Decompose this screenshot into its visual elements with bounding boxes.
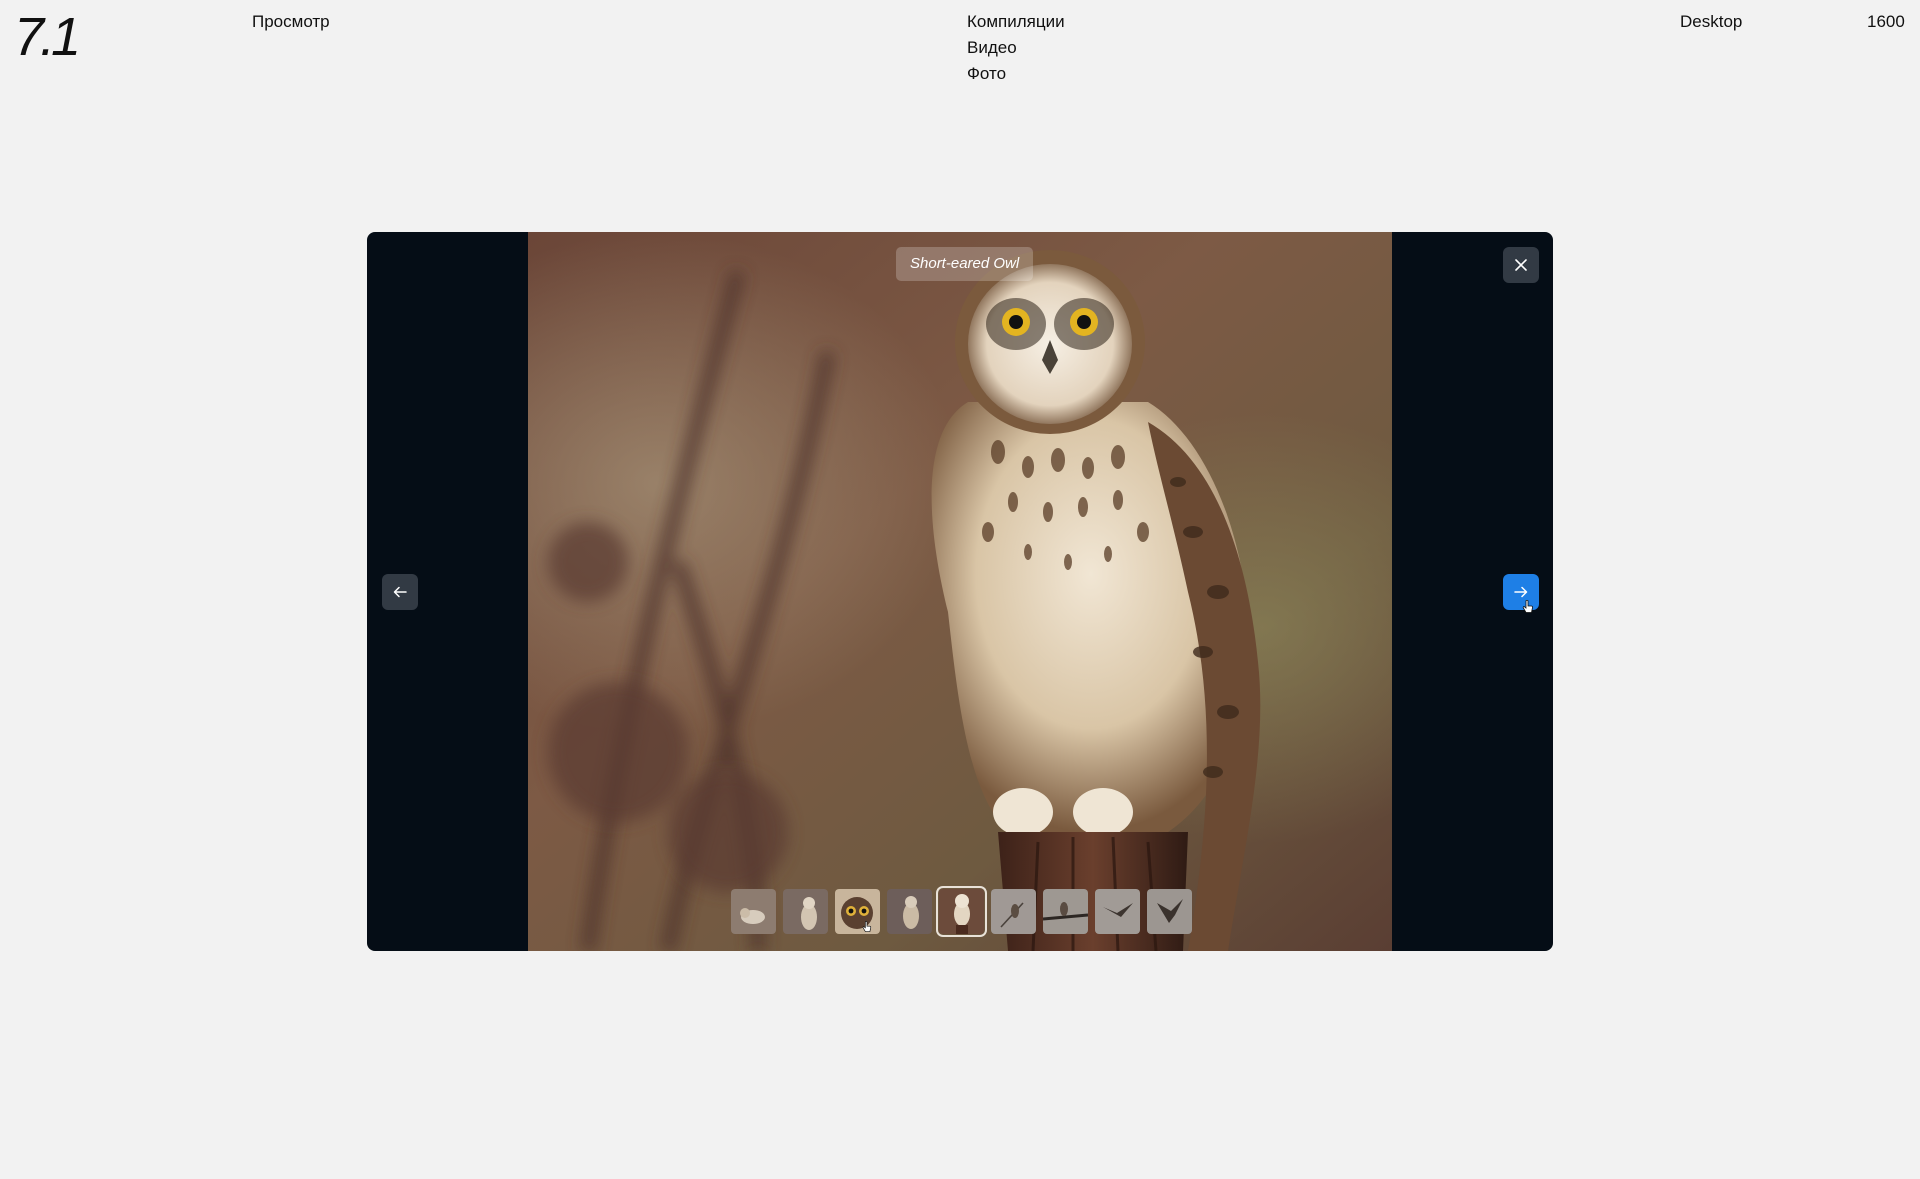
thumbnail-8[interactable] — [1095, 888, 1140, 934]
thumbnail-9[interactable] — [1147, 888, 1192, 934]
thumbnail-2[interactable] — [783, 888, 828, 934]
thumbnail-5-active[interactable] — [936, 885, 987, 937]
arrow-left-icon — [393, 586, 407, 598]
top-bar: 7.1 Просмотр Компиляции Видео Фото Deskt… — [0, 0, 1920, 110]
close-icon — [1515, 259, 1527, 271]
prev-button[interactable] — [382, 574, 418, 610]
owl-photo-illustration — [528, 232, 1392, 951]
lightbox-viewer: Short-eared Owl — [367, 232, 1553, 951]
main-menu: Компиляции Видео Фото — [967, 9, 1065, 87]
thumbnail-1[interactable] — [731, 888, 776, 934]
hand-cursor-icon — [862, 920, 872, 932]
menu-item-photo[interactable]: Фото — [967, 61, 1065, 87]
width-label[interactable]: 1600 — [1867, 9, 1905, 35]
menu-item-compilations[interactable]: Компиляции — [967, 9, 1065, 35]
hand-cursor-icon — [1522, 600, 1533, 613]
thumbnail-6[interactable] — [991, 888, 1036, 934]
thumbnail-7[interactable] — [1043, 888, 1088, 934]
arrow-right-icon — [1514, 586, 1528, 598]
site-logo[interactable]: 7.1 — [14, 6, 81, 68]
main-photo — [528, 232, 1392, 951]
device-label[interactable]: Desktop — [1680, 9, 1742, 35]
thumbnail-3[interactable] — [835, 888, 880, 934]
menu-item-video[interactable]: Видео — [967, 35, 1065, 61]
view-link[interactable]: Просмотр — [252, 9, 330, 35]
thumbnail-strip — [731, 885, 1192, 937]
thumbnail-4[interactable] — [887, 888, 932, 934]
photo-caption: Short-eared Owl — [896, 247, 1034, 281]
close-button[interactable] — [1503, 247, 1539, 283]
